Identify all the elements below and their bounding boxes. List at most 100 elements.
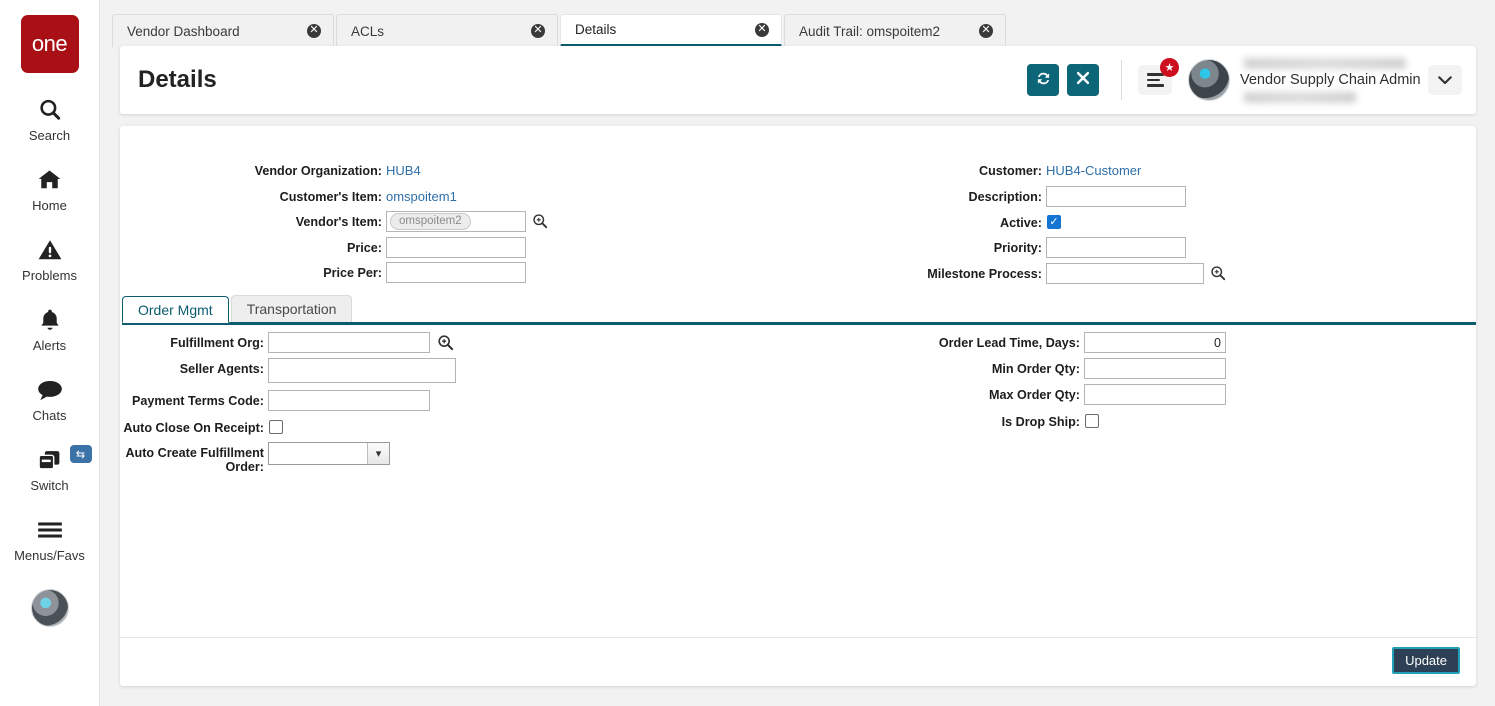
field-label: Fulfillment Org: bbox=[170, 336, 264, 350]
field-row-seller-agents: Seller Agents: bbox=[120, 358, 456, 383]
sidebar-item-search[interactable]: Search bbox=[0, 93, 100, 143]
details-content-card: Vendor Organization: HUB4 Customer's Ite… bbox=[120, 126, 1476, 686]
order-mgmt-right-column: Order Lead Time, Days: Min Order Qty: Ma… bbox=[810, 332, 1226, 437]
user-name-redacted bbox=[1244, 58, 1406, 69]
field-label: Milestone Process: bbox=[927, 267, 1042, 281]
star-icon: ★ bbox=[1160, 58, 1179, 77]
milestone-process-input[interactable] bbox=[1046, 263, 1204, 284]
field-row-price-per: Price Per: bbox=[120, 262, 548, 283]
price-per-input[interactable] bbox=[386, 262, 526, 283]
sidebar-item-menus-favs[interactable]: Menus/Favs bbox=[0, 513, 100, 563]
sidebar-item-chats[interactable]: Chats bbox=[0, 373, 100, 423]
update-button[interactable]: Update bbox=[1392, 647, 1460, 674]
auto-create-fulfillment-order-value bbox=[269, 443, 367, 464]
fulfillment-org-input[interactable] bbox=[268, 332, 430, 353]
close-icon[interactable]: ✕ bbox=[307, 24, 321, 38]
milestone-process-lookup-icon[interactable] bbox=[1210, 265, 1226, 281]
user-identity-block[interactable]: Vendor Supply Chain Admin bbox=[1240, 57, 1421, 103]
sidebar-item-problems[interactable]: Problems bbox=[0, 233, 100, 283]
sidebar-avatar[interactable] bbox=[30, 589, 69, 627]
auto-close-on-receipt-checkbox[interactable] bbox=[269, 420, 283, 434]
field-row-vendors-item: Vendor's Item: omspoitem2 bbox=[120, 211, 548, 232]
active-checkbox[interactable]: ✓ bbox=[1047, 215, 1061, 229]
field-row-customer: Customer: HUB4-Customer bbox=[810, 160, 1226, 178]
seller-agents-input[interactable] bbox=[268, 358, 456, 383]
sidebar-item-label: Chats bbox=[32, 408, 67, 423]
sidebar-item-switch[interactable]: ⇆ Switch bbox=[0, 443, 100, 493]
vendors-item-chip[interactable]: omspoitem2 bbox=[390, 213, 471, 230]
switch-windows-icon bbox=[36, 443, 63, 477]
card-footer: Update bbox=[120, 637, 1476, 686]
page-title: Details bbox=[138, 66, 217, 93]
tab-label: Order Mgmt bbox=[138, 301, 213, 318]
field-label: Price: bbox=[346, 241, 382, 255]
avatar[interactable] bbox=[1188, 59, 1230, 101]
field-row-max-order-qty: Max Order Qty: bbox=[810, 384, 1226, 405]
customer-link[interactable]: HUB4-Customer bbox=[1046, 160, 1141, 178]
sidebar-item-alerts[interactable]: Alerts bbox=[0, 303, 100, 353]
field-label: Price Per: bbox=[323, 266, 382, 280]
swap-arrows-icon[interactable]: ⇆ bbox=[69, 445, 92, 463]
priority-input[interactable] bbox=[1046, 237, 1186, 258]
field-row-customers-item: Customer's Item: omspoitem1 bbox=[120, 186, 548, 204]
customers-item-link[interactable]: omspoitem1 bbox=[386, 186, 457, 204]
max-order-qty-input[interactable] bbox=[1084, 384, 1226, 405]
close-icon bbox=[1076, 71, 1090, 89]
refresh-button[interactable] bbox=[1027, 64, 1059, 96]
workspace-tab-label: Vendor Dashboard bbox=[127, 23, 240, 39]
description-input[interactable] bbox=[1046, 186, 1186, 207]
is-drop-ship-checkbox[interactable] bbox=[1085, 414, 1099, 428]
payment-terms-code-input[interactable] bbox=[268, 390, 430, 411]
vendors-item-lookup-icon[interactable] bbox=[532, 213, 548, 229]
hamburger-icon bbox=[36, 513, 64, 547]
sidebar-item-label: Problems bbox=[22, 268, 77, 283]
fulfillment-org-lookup-icon[interactable] bbox=[437, 334, 454, 351]
field-label: Customer's Item: bbox=[279, 190, 382, 204]
field-label: Auto Close On Receipt: bbox=[123, 421, 264, 435]
auto-create-fulfillment-order-select[interactable]: ▾ bbox=[268, 442, 390, 465]
sidebar-item-label: Search bbox=[28, 128, 71, 143]
field-row-payment-terms-code: Payment Terms Code: bbox=[120, 390, 456, 411]
chevron-down-icon: ▾ bbox=[367, 443, 389, 464]
detail-section-tabs: Order Mgmt Transportation bbox=[122, 295, 1476, 325]
field-label: Vendor's Item: bbox=[295, 215, 382, 229]
workspace-tab-bar: Vendor Dashboard ✕ ACLs ✕ Details ✕ Audi… bbox=[112, 14, 1484, 47]
user-menu-button[interactable] bbox=[1428, 65, 1462, 95]
sidebar-item-home[interactable]: Home bbox=[0, 163, 100, 213]
close-icon[interactable]: ✕ bbox=[531, 24, 545, 38]
field-row-auto-close-on-receipt: Auto Close On Receipt: bbox=[120, 417, 456, 435]
workspace-tab-details[interactable]: Details ✕ bbox=[560, 14, 782, 47]
field-label: Customer: bbox=[979, 164, 1042, 178]
tab-order-mgmt[interactable]: Order Mgmt bbox=[122, 296, 229, 323]
tab-label: Transportation bbox=[246, 301, 337, 317]
workspace-tab-audit-trail[interactable]: Audit Trail: omspoitem2 ✕ bbox=[784, 14, 1006, 47]
close-icon[interactable]: ✕ bbox=[979, 24, 993, 38]
details-left-column: Vendor Organization: HUB4 Customer's Ite… bbox=[120, 160, 548, 291]
min-order-qty-input[interactable] bbox=[1084, 358, 1226, 379]
brand-logo[interactable]: one bbox=[20, 15, 79, 73]
field-label: Min Order Qty: bbox=[991, 362, 1080, 376]
menus-favorites-button[interactable]: ★ bbox=[1138, 58, 1179, 95]
sidebar-item-label: Alerts bbox=[32, 338, 67, 353]
field-label: Payment Terms Code: bbox=[131, 394, 264, 408]
bell-icon bbox=[37, 303, 63, 337]
price-input[interactable] bbox=[386, 237, 526, 258]
order-lead-time-input[interactable] bbox=[1084, 332, 1226, 353]
left-navigation-rail: one Search Home Problems Alerts Chats ⇆ … bbox=[0, 0, 100, 706]
page-header-card: Details ★ Vendor Supply Chain Admin bbox=[120, 46, 1476, 114]
field-label: Max Order Qty: bbox=[989, 388, 1080, 402]
vendors-item-input[interactable]: omspoitem2 bbox=[386, 211, 526, 232]
field-row-order-lead-time: Order Lead Time, Days: bbox=[810, 332, 1226, 353]
details-right-column: Customer: HUB4-Customer Description: Act… bbox=[810, 160, 1226, 292]
field-label: Seller Agents: bbox=[179, 362, 264, 376]
vendor-organization-link[interactable]: HUB4 bbox=[386, 160, 421, 178]
workspace-tab-vendor-dashboard[interactable]: Vendor Dashboard ✕ bbox=[112, 14, 334, 47]
tab-transportation[interactable]: Transportation bbox=[230, 295, 353, 322]
close-icon[interactable]: ✕ bbox=[755, 22, 769, 37]
close-button[interactable] bbox=[1067, 64, 1099, 96]
workspace-tab-acls[interactable]: ACLs ✕ bbox=[336, 14, 558, 47]
sidebar-item-label: Menus/Favs bbox=[14, 548, 85, 563]
field-row-description: Description: bbox=[810, 186, 1226, 207]
field-row-priority: Priority: bbox=[810, 237, 1226, 258]
field-label: Is Drop Ship: bbox=[1001, 415, 1080, 429]
